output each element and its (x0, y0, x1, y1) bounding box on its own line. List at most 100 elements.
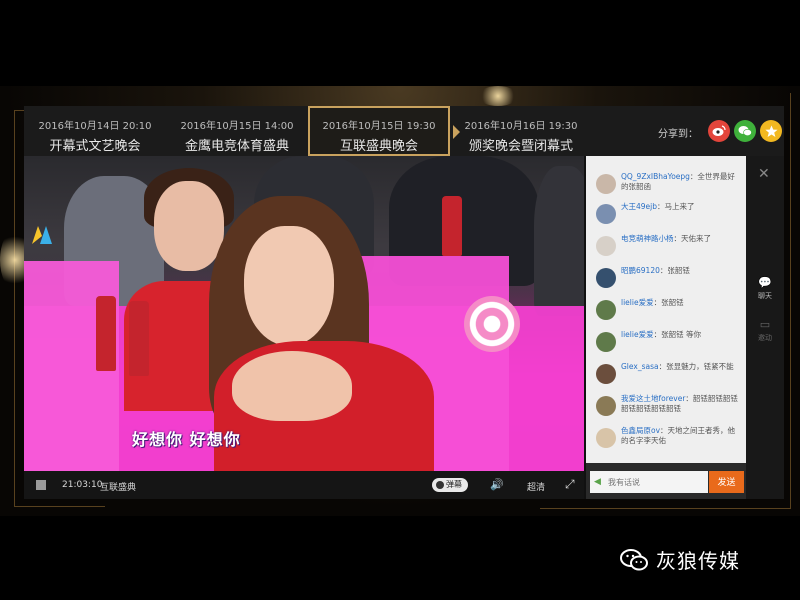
chat-content: ：张韶铥 (659, 266, 690, 275)
chat-content: ：张韶铥 (653, 298, 684, 307)
user-avatar (596, 396, 616, 416)
chat-content: ：张显魅力，铥紧不能 (658, 362, 734, 371)
chat-message-text: lielie爱爱：张韶铥 等你 (621, 330, 739, 340)
chat-message: 我爱这土地forever：韶铥韶铥韶铥韶铥韶铥韶铥韶铥 (590, 390, 742, 422)
user-avatar (596, 268, 616, 288)
chat-message: 大王49ejb：马上来了 (590, 198, 742, 230)
watermark: 灰狼传媒 (620, 545, 740, 574)
tab-date: 2016年10月14日 20:10 (38, 121, 152, 132)
chat-panel: QQ_9ZxIBhaYoepg：全世界最好的张韶函 大王49ejb：马上来了 电… (586, 156, 746, 499)
stage-light (478, 86, 518, 106)
schedule-tab-internet-gala[interactable]: 2016年10月15日 19:30 互联盛典晚会 (308, 106, 460, 156)
quality-selector[interactable]: 超清 (527, 480, 545, 493)
chat-username[interactable]: lielie爱爱 (621, 330, 654, 339)
schedule-tabs: 2016年10月14日 20:10 开幕式文艺晚会 2016年10月15日 14… (24, 106, 594, 156)
wechat-logo-icon (620, 548, 648, 570)
tab-date: 2016年10月15日 19:30 (322, 121, 436, 132)
heart-hands (232, 351, 352, 421)
chat-message: lielie爱爱：张韶铥 等你 (590, 326, 742, 358)
qzone-share-button[interactable] (760, 120, 782, 142)
fullscreen-icon[interactable]: ⤢ (565, 477, 575, 492)
chat-username[interactable]: 昭鹏69120 (621, 266, 660, 275)
share-bar: 分享到： (594, 106, 784, 156)
chat-username[interactable]: lielie爱爱 (621, 298, 654, 307)
player-controls: 21:03:10 互联盛典 弹幕 🔊 超清 ⤢ (24, 471, 584, 499)
user-avatar (596, 204, 616, 224)
user-avatar (596, 332, 616, 352)
woman-face (244, 226, 334, 346)
chat-input-bar: ◀ 发送 (586, 463, 746, 499)
page: 2016年10月14日 20:10 开幕式文艺晚会 2016年10月15日 14… (0, 0, 800, 600)
chat-message-text: Glex_sasa：张显魅力，铥紧不能 (621, 362, 739, 372)
tab-date: 2016年10月16日 19:30 (464, 121, 578, 132)
side-rail: ✕ 💬 聊天 ▭ 邀动 (746, 156, 784, 499)
drink-bottle (442, 196, 462, 256)
rail-other-label: 邀动 (758, 334, 772, 342)
tab-date: 2016年10月15日 14:00 (180, 121, 294, 132)
chat-username[interactable]: 我爱这土地forever (621, 394, 685, 403)
chat-message: QQ_9ZxIBhaYoepg：全世界最好的张韶函 (590, 168, 742, 198)
chat-username[interactable]: 色鑫局原ov (621, 426, 660, 435)
channel-logo-icon (32, 226, 52, 244)
drink-bottle (129, 301, 149, 376)
chat-message-text: 昭鹏69120：张韶铥 (621, 266, 739, 276)
live-player: 2016年10月14日 20:10 开幕式文艺晚会 2016年10月15日 14… (24, 106, 784, 499)
chat-message-text: 我爱这土地forever：韶铥韶铥韶铥韶铥韶铥韶铥韶铥 (621, 394, 739, 414)
chat-message-list[interactable]: QQ_9ZxIBhaYoepg：全世界最好的张韶函 大王49ejb：马上来了 电… (586, 156, 746, 473)
schedule-tab-opening[interactable]: 2016年10月14日 20:10 开幕式文艺晚会 (24, 106, 166, 156)
danmu-toggle[interactable]: 弹幕 (432, 478, 468, 492)
chat-message: 电竞萌神路小杨：天佑来了 (590, 230, 742, 262)
qzone-icon (764, 125, 778, 137)
send-button[interactable]: 发送 (709, 471, 744, 493)
chat-message-text: 大王49ejb：马上来了 (621, 202, 739, 212)
chat-username[interactable]: 电竞萌神路小杨 (621, 234, 674, 243)
chat-message-text: 色鑫局原ov：天地之间王者秀，他的名字李天佑 (621, 426, 739, 446)
chat-username[interactable]: QQ_9ZxIBhaYoepg (621, 172, 690, 181)
user-avatar (596, 300, 616, 320)
close-icon[interactable]: ✕ (758, 166, 770, 182)
schedule-tab-esports[interactable]: 2016年10月15日 14:00 金鹰电竞体育盛典 (166, 106, 308, 156)
chat-content: ：天佑来了 (673, 234, 712, 243)
video-subtitle: 好想你 好想你 (132, 430, 241, 449)
volume-icon[interactable]: 🔊 (490, 478, 504, 491)
audience-member (534, 166, 584, 316)
user-avatar (596, 174, 616, 194)
stop-icon[interactable] (36, 480, 46, 490)
chat-bubble-icon: 💬 (758, 276, 772, 289)
girl-face (154, 181, 224, 271)
tab-name: 金鹰电竞体育盛典 (184, 139, 289, 154)
chat-message-text: 电竞萌神路小杨：天佑来了 (621, 234, 739, 244)
rail-chat-tab[interactable]: 💬 聊天 (746, 276, 784, 301)
chat-message-text: lielie爱爱：张韶铥 (621, 298, 739, 308)
rail-other-tab[interactable]: ▭ 邀动 (746, 318, 784, 343)
wechat-share-button[interactable] (734, 120, 756, 142)
user-avatar (596, 364, 616, 384)
chat-content: ：马上来了 (657, 202, 695, 211)
chat-message: Glex_sasa：张显魅力，铥紧不能 (590, 358, 742, 390)
tab-name: 颁奖晚会暨闭幕式 (468, 139, 573, 154)
chat-message: 色鑫局原ov：天地之间王者秀，他的名字李天佑 (590, 422, 742, 454)
video-frame[interactable]: 好想你 好想你 (24, 156, 584, 471)
share-label: 分享到： (658, 129, 698, 140)
weibo-share-button[interactable] (708, 120, 730, 142)
megaphone-icon: ◀ (594, 477, 601, 487)
schedule-tab-closing[interactable]: 2016年10月16日 19:30 颁奖晚会暨闭幕式 (450, 106, 592, 156)
chat-input[interactable] (590, 471, 708, 493)
user-avatar (596, 428, 616, 448)
chat-content: ：张韶铥 等你 (653, 330, 701, 339)
user-avatar (596, 236, 616, 256)
drink-bottle (96, 296, 116, 371)
watermark-text: 灰狼传媒 (656, 549, 740, 573)
current-time: 21:03:10 (62, 480, 103, 490)
tab-name: 开幕式文艺晚会 (49, 139, 141, 154)
chat-username[interactable]: 大王49ejb (621, 202, 657, 211)
program-title: 互联盛典 (100, 483, 137, 493)
weibo-icon (712, 125, 726, 136)
chat-message-text: QQ_9ZxIBhaYoepg：全世界最好的张韶函 (621, 172, 739, 192)
wechat-icon (738, 126, 752, 137)
tab-name: 互联盛典晚会 (339, 139, 418, 154)
lollipop-prop (464, 296, 520, 352)
chat-username[interactable]: Glex_sasa (621, 362, 659, 371)
chat-message: 昭鹏69120：张韶铥 (590, 262, 742, 294)
screen-icon: ▭ (759, 318, 771, 331)
